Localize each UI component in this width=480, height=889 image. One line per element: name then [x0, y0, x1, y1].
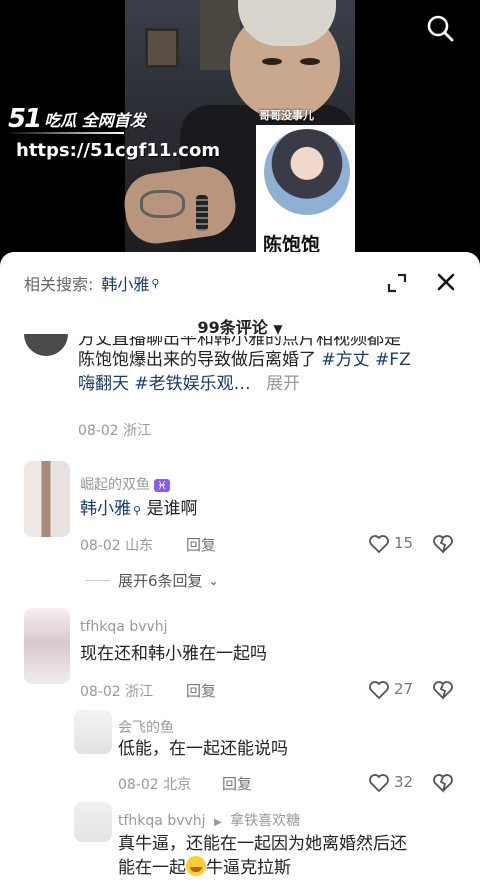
- related-search-label: 相关搜索:: [24, 275, 94, 294]
- hashtag[interactable]: 嗨翻天: [78, 374, 134, 394]
- laughing-emoji-icon: [186, 856, 206, 876]
- logo-underline: [4, 132, 124, 134]
- comment-meta: 08-02 浙江: [78, 423, 152, 439]
- person-eye: [300, 58, 320, 65]
- comment-text: 真牛逼，还能在一起因为她离婚然后还 能在一起 牛逼克拉斯: [118, 832, 468, 880]
- heart-icon[interactable]: [368, 534, 390, 554]
- chevron-down-icon: ⌄: [208, 573, 219, 588]
- close-icon[interactable]: [434, 270, 458, 294]
- comment-text: 低能，在一起还能说吗: [118, 739, 288, 759]
- avatar[interactable]: [24, 608, 70, 684]
- comment-line: 真牛逼，还能在一起因为她离婚然后还: [118, 834, 407, 854]
- reply-button[interactable]: 回复: [186, 680, 216, 701]
- watermark-url: https://51cgf11.com: [16, 140, 221, 161]
- search-icon[interactable]: [424, 12, 456, 44]
- expand-icon[interactable]: [386, 272, 408, 294]
- comment-line-text: 陈饱饱爆出来的导致做后离婚了: [78, 350, 322, 370]
- watermark-logo: 51 吃瓜 全网首发: [8, 104, 146, 134]
- video-caption: 哥哥没事儿: [259, 109, 314, 122]
- logo-number: 51: [8, 104, 42, 134]
- bracelet: [196, 195, 208, 231]
- reply-button[interactable]: 回复: [186, 534, 216, 555]
- background-window: [145, 28, 179, 68]
- comment-count-label: 99条评论: [197, 318, 268, 337]
- username-text: tfhkqa bvvhj: [118, 813, 206, 829]
- comment-line: 陈饱饱爆出来的导致做后离婚了 #方丈 #FZ: [78, 348, 468, 372]
- heart-icon[interactable]: [368, 680, 390, 700]
- comment-line-text: 能在一起: [118, 858, 186, 878]
- comment-line: 能在一起 牛逼克拉斯: [118, 856, 468, 880]
- search-small-icon: ⚲: [133, 504, 142, 517]
- hashtag[interactable]: #FZ: [375, 350, 411, 370]
- expand-replies-button[interactable]: 展开6条回复 ⌄: [118, 570, 219, 591]
- comment-text: 方丈直播聊出平和韩小雅的点片相视频都是 陈饱饱爆出来的导致做后离婚了 #方丈 #…: [78, 336, 468, 396]
- hashtag[interactable]: #方丈: [321, 350, 369, 370]
- related-search: 相关搜索: 韩小雅 ⚲: [24, 271, 159, 295]
- expand-text-link[interactable]: 展开: [266, 374, 300, 394]
- comment-username[interactable]: tfhkqa bvvhj: [80, 619, 168, 635]
- zodiac-badge: ♓: [154, 479, 170, 492]
- broken-heart-icon[interactable]: [432, 773, 454, 793]
- avatar[interactable]: [74, 710, 112, 754]
- username-text: 崛起的双鱼: [80, 477, 150, 493]
- comment-meta: 08-02 北京: [118, 777, 192, 793]
- comment-line-text: 牛逼克拉斯: [206, 858, 291, 878]
- tattoo: [140, 190, 185, 218]
- comment-count[interactable]: 99条评论 ▼: [0, 314, 480, 338]
- like-count: 15: [394, 534, 414, 552]
- reply-arrow-icon: ▶: [214, 817, 222, 828]
- comment-text-body: 是谁啊: [146, 499, 198, 519]
- comment-line: 方丈直播聊出平和韩小雅的点片相视频都是: [78, 336, 401, 348]
- search-small-icon: ⚲: [151, 276, 160, 290]
- video-player[interactable]: 哥哥没事儿 陈饱饱 51 吃瓜 全网首发 https://51cgf11.com: [0, 0, 480, 262]
- comment-username[interactable]: tfhkqa bvvhj ▶ 拿铁喜欢糖: [118, 810, 300, 830]
- like-count: 32: [394, 773, 414, 791]
- keyword-link[interactable]: 韩小雅: [80, 499, 131, 519]
- chevron-down-icon: ▼: [273, 322, 283, 336]
- broken-heart-icon[interactable]: [432, 680, 454, 700]
- comment-meta: 08-02 浙江: [80, 684, 154, 700]
- divider-line: [86, 580, 110, 581]
- person-eye: [262, 58, 282, 65]
- comment-sheet: 相关搜索: 韩小雅 ⚲ 99条评论 ▼ 方丈直播聊出平和韩小雅的点片相视频都是 …: [0, 252, 480, 889]
- heart-icon[interactable]: [368, 773, 390, 793]
- comment-username[interactable]: 会飞的鱼: [118, 717, 174, 737]
- reply-to-username[interactable]: 拿铁喜欢糖: [230, 813, 300, 829]
- comment-text: 韩小雅 ⚲ 是谁啊: [80, 497, 197, 523]
- logo-text: 吃瓜 全网首发: [44, 111, 146, 130]
- broken-heart-icon[interactable]: [432, 534, 454, 554]
- comment-meta: 08-02 山东: [80, 538, 154, 554]
- avatar[interactable]: [74, 802, 112, 842]
- profile-card: 陈饱饱: [256, 125, 355, 262]
- avatar[interactable]: [24, 461, 70, 537]
- related-search-keyword[interactable]: 韩小雅: [101, 271, 149, 295]
- like-count: 27: [394, 680, 414, 698]
- comment-username[interactable]: 崛起的双鱼 ♓: [80, 474, 170, 494]
- card-avatar: [264, 129, 350, 215]
- expand-replies-label: 展开6条回复: [118, 572, 203, 590]
- avatar[interactable]: [24, 334, 68, 356]
- hashtag[interactable]: #老铁娱乐观…: [134, 374, 250, 394]
- comment-text: 现在还和韩小雅在一起吗: [80, 644, 267, 664]
- comment-line: 嗨翻天 #老铁娱乐观… 展开: [78, 372, 468, 396]
- reply-button[interactable]: 回复: [222, 773, 252, 794]
